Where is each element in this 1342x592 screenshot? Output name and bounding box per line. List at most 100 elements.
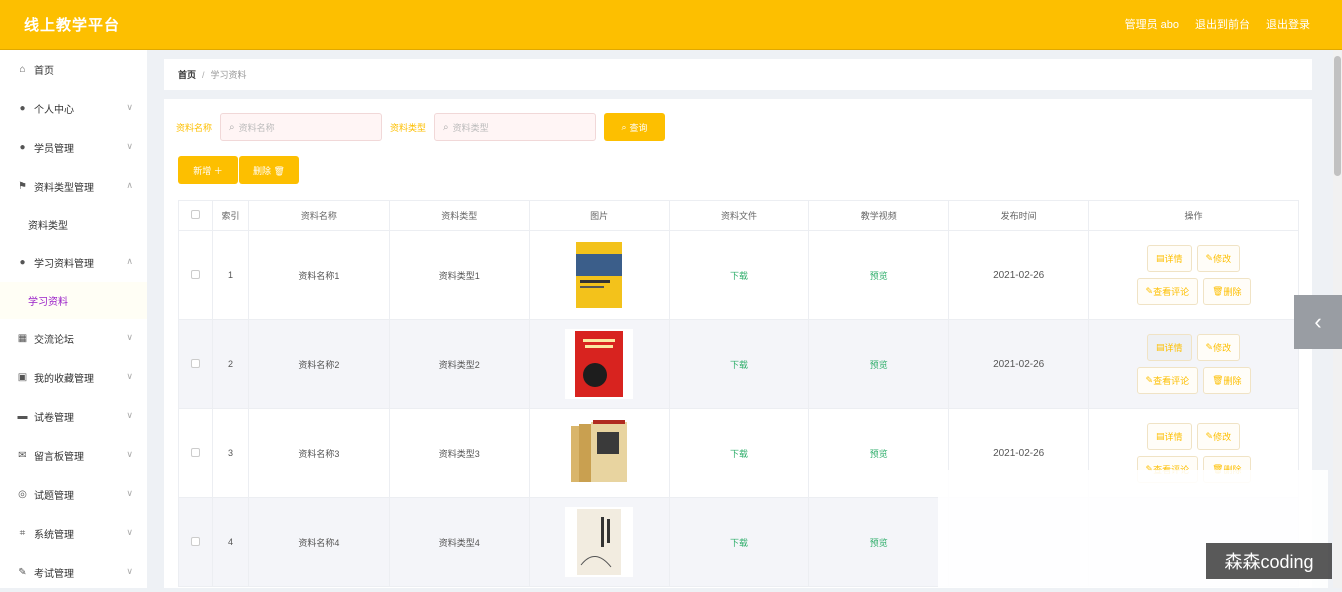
download-link[interactable]: 下载	[668, 319, 810, 409]
query-button[interactable]: ⌕ 查询	[604, 113, 666, 141]
sidebar-item-exams[interactable]: ✎ 考试管理 ∨	[0, 553, 147, 592]
sidebar-item-students[interactable]: ● 学员管理 ∨	[0, 128, 147, 167]
view-comments-button[interactable]: ✎ 查看评论	[1136, 278, 1199, 305]
column-header-video: 教学视频	[808, 200, 950, 231]
row-actions: ▤ 详情✎ 修改 ✎ 查看评论🗑 删除	[1088, 319, 1299, 409]
download-link-label: 下载	[729, 270, 748, 281]
sidebar-item-personal[interactable]: ● 个人中心 ∨	[0, 89, 147, 128]
edit-button-label: 修改	[1213, 343, 1232, 353]
detail-button-label: 详情	[1164, 254, 1183, 264]
back-to-front-link[interactable]: 退出到前台	[1195, 16, 1250, 32]
grid-icon: ▦	[17, 333, 28, 344]
row-checkbox[interactable]	[178, 230, 213, 320]
sidebar-item-study-material-mgmt[interactable]: ● 学习资料管理 ∧	[0, 243, 147, 282]
download-link[interactable]: 下载	[668, 497, 810, 587]
row-checkbox[interactable]	[178, 319, 213, 409]
view-comments-button[interactable]: ✎ 查看评论	[1136, 367, 1199, 394]
detail-button[interactable]: ▤ 详情	[1146, 334, 1192, 361]
sidebar-item-favorites[interactable]: ▣ 我的收藏管理 ∨	[0, 358, 147, 397]
row-type: 资料类型1	[388, 230, 530, 320]
edit-button[interactable]: ✎ 修改	[1196, 245, 1241, 272]
sidebar-item-questions[interactable]: ◎ 试题管理 ∨	[0, 475, 147, 514]
download-link-label: 下载	[729, 537, 748, 548]
view-comments-label: 查看评论	[1153, 287, 1190, 297]
type-search-input[interactable]: ⌕ 资料类型	[434, 113, 597, 141]
preview-link[interactable]: 预览	[808, 319, 950, 409]
row-index: 4	[211, 497, 249, 587]
sidebar-item-label: 学员管理	[34, 144, 74, 155]
download-link[interactable]: 下载	[668, 230, 810, 320]
detail-button[interactable]: ▤ 详情	[1146, 245, 1192, 272]
sidebar-item-home[interactable]: ⌂ 首页	[0, 50, 147, 89]
book-cover-image	[565, 507, 634, 577]
name-search-input[interactable]: ⌕ 资料名称	[220, 113, 383, 141]
row-name: 资料名称4	[247, 497, 390, 587]
top-right-links: 管理员 abo 退出到前台 退出登录	[1125, 16, 1310, 32]
row-delete-button[interactable]: 🗑 删除	[1203, 278, 1251, 305]
sidebar-item-label: 考试管理	[34, 569, 74, 580]
column-header-date: 发布时间	[948, 200, 1090, 231]
column-header-file: 资料文件	[668, 200, 810, 231]
sidebar-item-label: 试卷管理	[34, 413, 74, 424]
view-comments-label: 查看评论	[1153, 376, 1190, 386]
column-header-actions: 操作	[1088, 200, 1299, 231]
sidebar-item-papers[interactable]: ▬ 试卷管理 ∨	[0, 397, 147, 436]
preview-link[interactable]: 预览	[808, 497, 950, 587]
chart-icon: ▣	[17, 372, 28, 383]
row-delete-button[interactable]: 🗑 删除	[1203, 367, 1251, 394]
edit-button[interactable]: ✎ 修改	[1196, 423, 1241, 450]
sidebar-item-material-type-mgmt[interactable]: ⚑ 资料类型管理 ∧	[0, 167, 147, 206]
sidebar-item-label: 交流论坛	[34, 335, 74, 346]
preview-link[interactable]: 预览	[808, 408, 950, 498]
top-bar: 线上教学平台 管理员 abo 退出到前台 退出登录	[0, 0, 1342, 50]
sidebar-item-label: 系统管理	[34, 530, 74, 541]
preview-link[interactable]: 预览	[808, 230, 950, 320]
sidebar-item-label: 留言板管理	[34, 452, 84, 463]
sidebar: ⌂ 首页 ● 个人中心 ∨ ● 学员管理 ∨ ⚑ 资料类型管理 ∧ 资料类型 ● 学习资料管理 ∧…	[0, 50, 147, 588]
select-all-checkbox[interactable]	[178, 200, 213, 231]
edit-icon: ✎	[18, 567, 27, 578]
column-header-name: 资料名称	[247, 200, 390, 231]
logout-link[interactable]: 退出登录	[1266, 16, 1310, 32]
row-checkbox[interactable]	[178, 497, 213, 587]
user-icon: ●	[19, 103, 26, 114]
book-cover-image	[565, 418, 634, 488]
row-image-cell	[528, 497, 670, 587]
sidebar-item-system[interactable]: ⌗ 系统管理 ∨	[0, 514, 147, 553]
download-link[interactable]: 下载	[668, 408, 810, 498]
preview-link-label: 预览	[869, 270, 888, 281]
breadcrumb-separator: /	[202, 69, 205, 80]
book-cover-image	[565, 240, 634, 310]
row-type: 资料类型3	[388, 408, 530, 498]
row-type: 资料类型4	[388, 497, 530, 587]
sidebar-item-label: 个人中心	[34, 105, 74, 116]
delete-button[interactable]: 删除 🗑	[239, 156, 299, 184]
chevron-down-icon: ∨	[126, 102, 133, 112]
search-icon: ⌕	[229, 121, 235, 133]
collapse-panel-button[interactable]: ‹	[1294, 295, 1342, 349]
search-icon: ⌕	[443, 121, 449, 133]
detail-button[interactable]: ▤ 详情	[1146, 423, 1192, 450]
column-header-index: 索引	[211, 200, 249, 231]
sidebar-subitem-study-material[interactable]: 学习资料	[0, 282, 147, 319]
row-delete-label: 删除	[1223, 287, 1242, 297]
admin-name[interactable]: 管理员 abo	[1125, 16, 1179, 32]
sidebar-item-label: 学习资料管理	[34, 259, 94, 270]
add-button[interactable]: 新增 ＋	[178, 156, 238, 184]
sidebar-item-label: 首页	[34, 66, 54, 77]
sidebar-item-forum[interactable]: ▦ 交流论坛 ∨	[0, 319, 147, 358]
scrollbar-thumb[interactable]	[1334, 56, 1341, 176]
sidebar-subitem-material-type[interactable]: 资料类型	[0, 206, 147, 243]
sidebar-item-label: 资料类型管理	[34, 183, 94, 194]
row-date: 2021-02-26	[948, 319, 1090, 409]
sidebar-item-label: 试题管理	[34, 491, 74, 502]
preview-link-label: 预览	[869, 448, 888, 459]
row-checkbox[interactable]	[178, 408, 213, 498]
edit-button[interactable]: ✎ 修改	[1196, 334, 1241, 361]
breadcrumb-home[interactable]: 首页	[178, 68, 196, 81]
watermark: 森森coding	[1206, 543, 1332, 579]
sidebar-item-messages[interactable]: ✉ 留言板管理 ∨	[0, 436, 147, 475]
detail-button-label: 详情	[1164, 343, 1183, 353]
row-actions: ▤ 详情✎ 修改 ✎ 查看评论🗑 删除	[1088, 230, 1299, 320]
home-icon: ⌂	[19, 64, 26, 75]
